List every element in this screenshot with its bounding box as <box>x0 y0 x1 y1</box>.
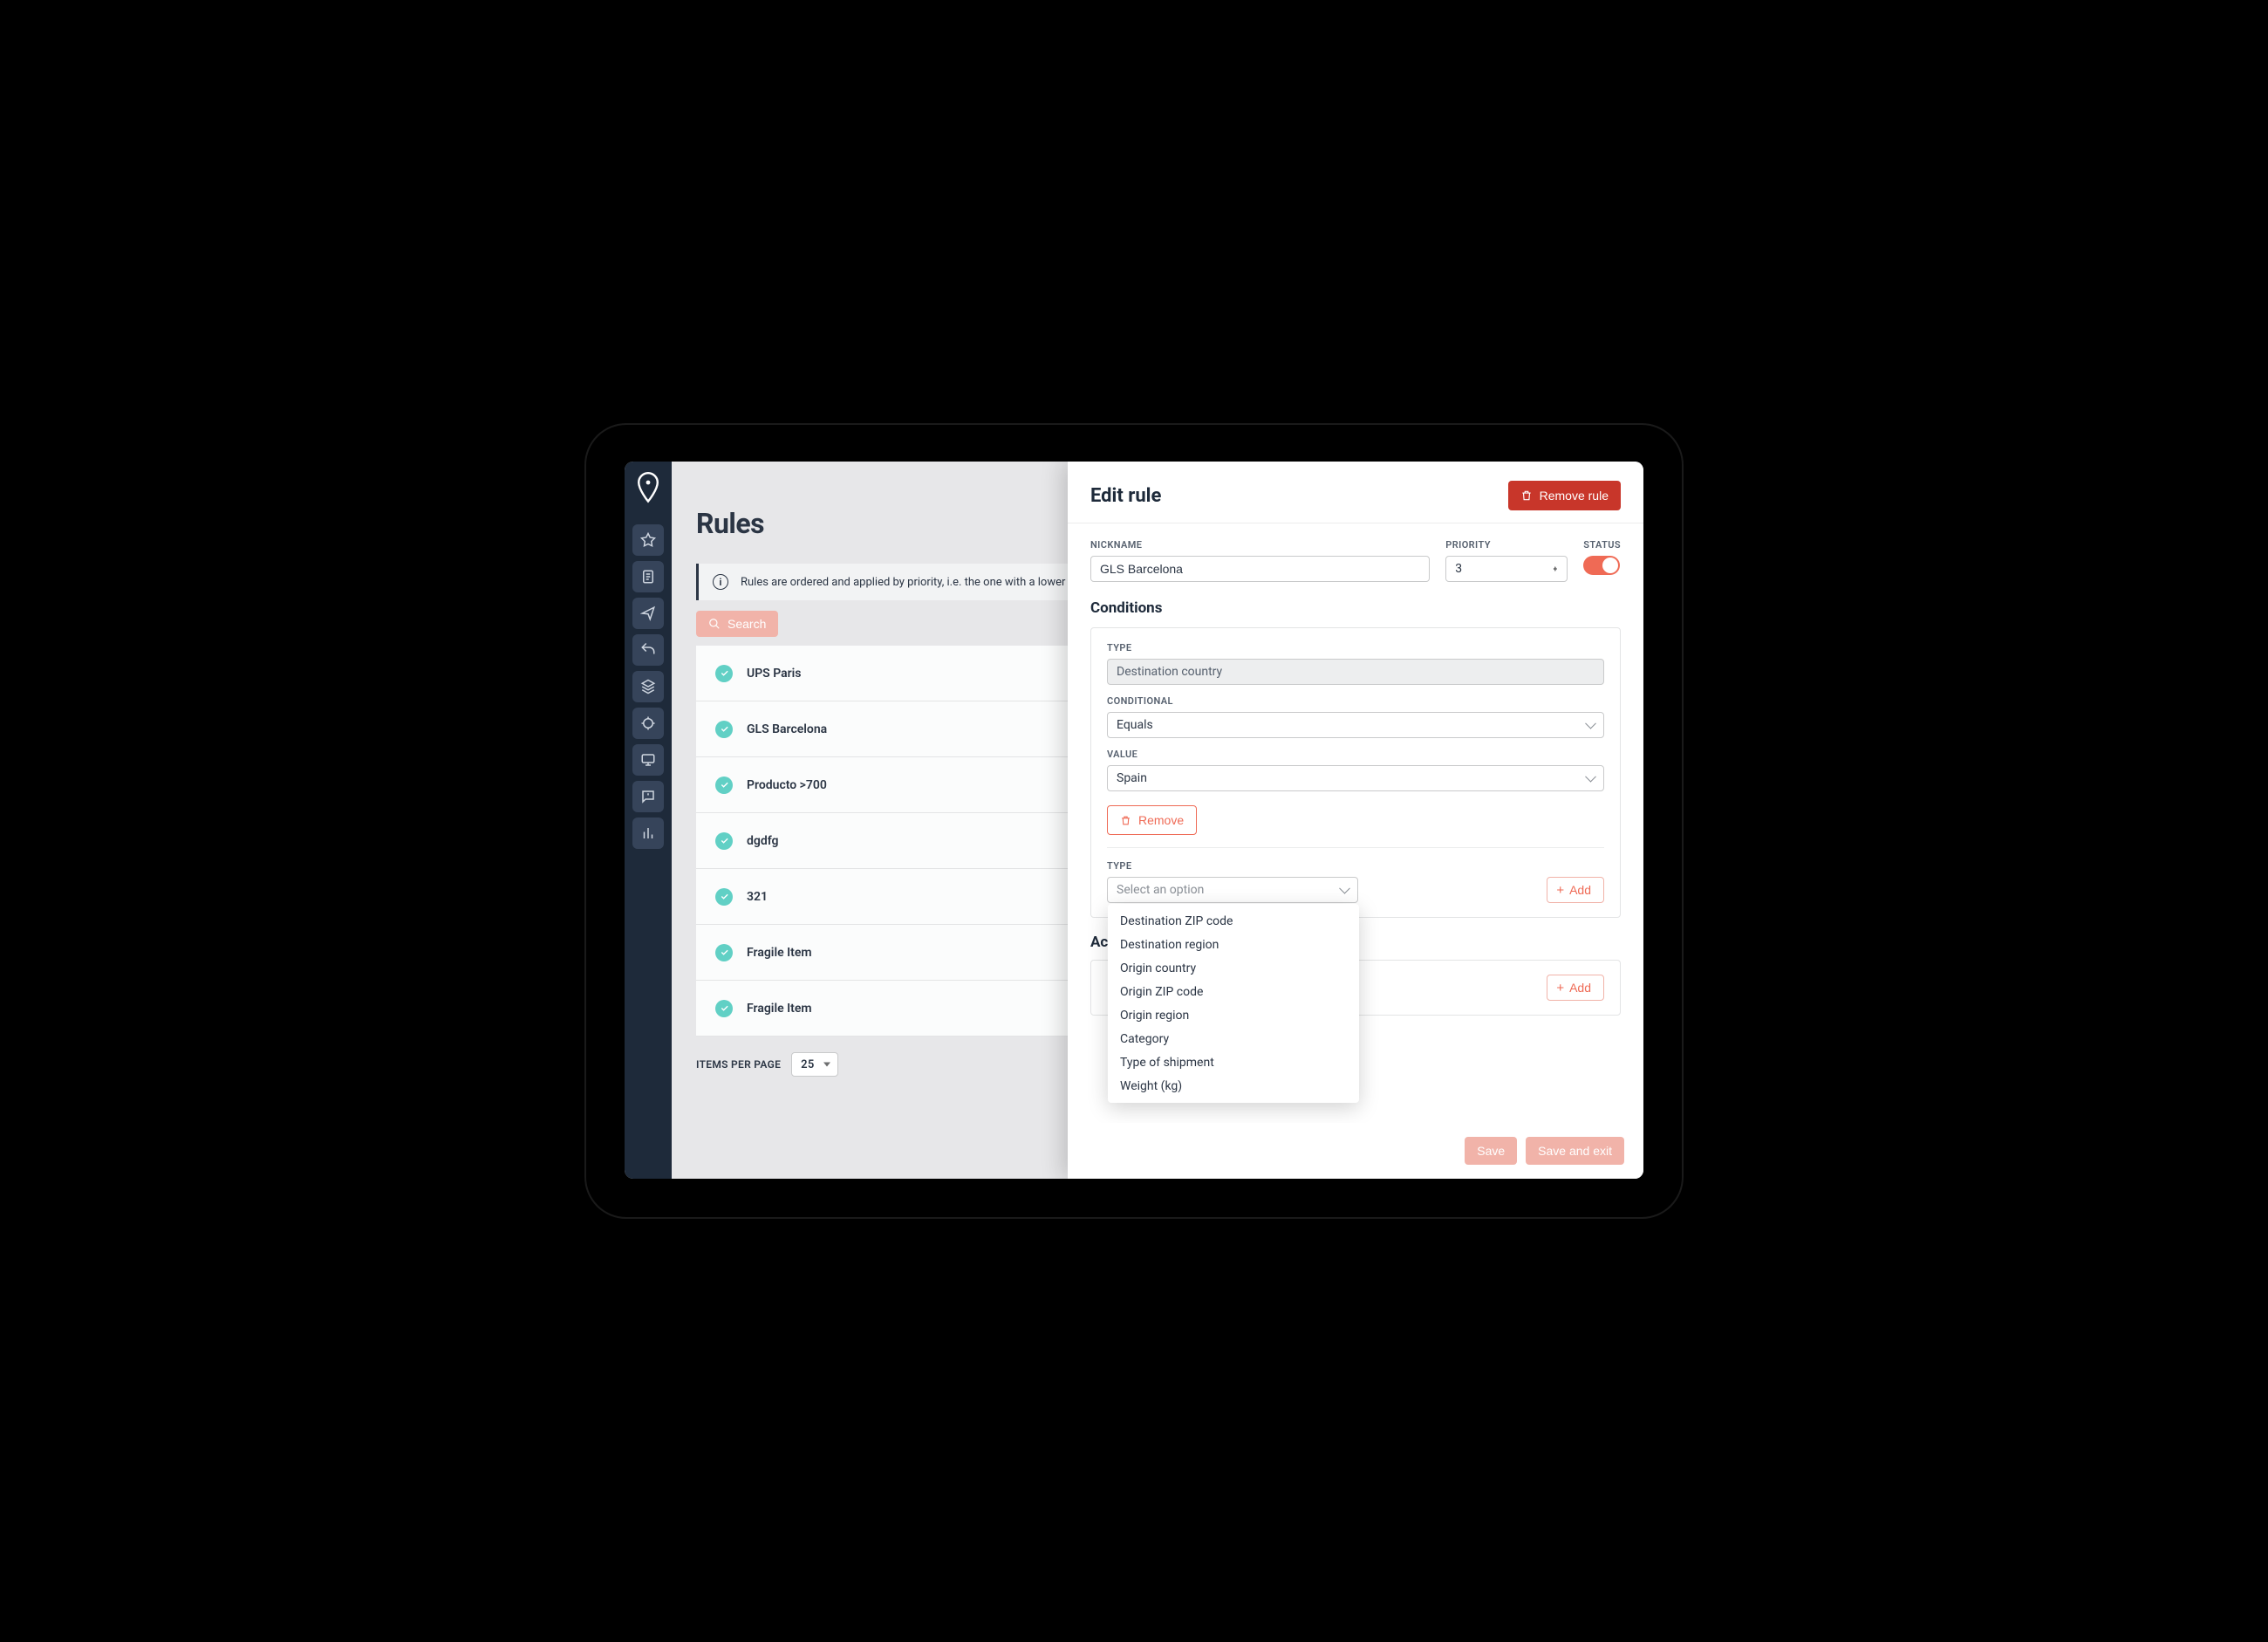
check-icon <box>715 888 733 906</box>
logo-pin-icon <box>635 472 661 519</box>
dropdown-option[interactable]: Weight (kg) <box>1108 1074 1359 1098</box>
status-label: STATUS <box>1583 539 1621 551</box>
nav-message-alert-icon[interactable] <box>632 781 664 812</box>
info-icon: i <box>713 574 728 590</box>
search-icon <box>708 618 721 630</box>
cond1-value-label: VALUE <box>1107 749 1604 760</box>
cond1-type-label: TYPE <box>1107 642 1604 653</box>
dropdown-option[interactable]: Origin country <box>1108 956 1359 980</box>
remove-rule-button[interactable]: Remove rule <box>1508 481 1621 510</box>
dropdown-option[interactable]: Category <box>1108 1027 1359 1050</box>
nav-target-icon[interactable] <box>632 708 664 739</box>
rule-name: UPS Paris <box>747 667 802 681</box>
priority-label: PRIORITY <box>1445 539 1568 551</box>
nickname-label: NICKNAME <box>1090 539 1430 551</box>
nickname-input[interactable] <box>1090 556 1430 582</box>
rule-name: GLS Barcelona <box>747 722 827 736</box>
pager-select[interactable]: 25 <box>791 1052 837 1077</box>
dropdown-option[interactable]: Type of shipment <box>1108 1050 1359 1074</box>
page-title: Rules <box>696 507 764 540</box>
actions-add-button[interactable]: + Add <box>1547 975 1604 1001</box>
check-icon <box>715 944 733 961</box>
conditions-card: TYPE Destination country CONDITIONAL Equ… <box>1090 627 1621 918</box>
check-icon <box>715 1000 733 1017</box>
nav-send-icon[interactable] <box>632 598 664 629</box>
save-button[interactable]: Save <box>1465 1137 1517 1165</box>
remove-rule-label: Remove rule <box>1540 489 1609 503</box>
plus-icon: + <box>1556 884 1564 897</box>
cond2-type-label: TYPE <box>1107 860 1531 872</box>
check-icon <box>715 832 733 850</box>
cond1-value-select[interactable]: Spain <box>1107 765 1604 791</box>
rule-name: Fragile Item <box>747 946 812 960</box>
trash-icon <box>1120 815 1131 826</box>
cond2-type-dropdown: Destination ZIP code Destination region … <box>1108 904 1359 1103</box>
search-button-label: Search <box>728 617 766 631</box>
cond2-type-select[interactable]: Select an option Destination ZIP code De… <box>1107 877 1358 903</box>
cond1-remove-button[interactable]: Remove <box>1107 805 1197 835</box>
nav-star-icon[interactable] <box>632 524 664 556</box>
conditions-section-title: Conditions <box>1090 599 1621 617</box>
search-button[interactable]: Search <box>696 611 778 637</box>
cond1-conditional-select[interactable]: Equals <box>1107 712 1604 738</box>
check-icon <box>715 721 733 738</box>
status-toggle[interactable] <box>1583 556 1620 575</box>
nav-layers-icon[interactable] <box>632 671 664 702</box>
nav-monitor-icon[interactable] <box>632 744 664 776</box>
drawer-title: Edit rule <box>1090 485 1161 507</box>
pager-label: ITEMS PER PAGE <box>696 1058 781 1071</box>
rule-name: Fragile Item <box>747 1002 812 1016</box>
stepper-icon: ▲▼ <box>1552 568 1558 570</box>
dropdown-option[interactable]: Origin region <box>1108 1003 1359 1027</box>
sidebar <box>625 462 672 1179</box>
dropdown-option[interactable]: Origin ZIP code <box>1108 980 1359 1003</box>
cond2-add-button[interactable]: + Add <box>1547 877 1604 903</box>
priority-stepper[interactable]: 3 ▲▼ <box>1445 556 1568 582</box>
rule-name: dgdfg <box>747 834 779 848</box>
cond1-conditional-label: CONDITIONAL <box>1107 695 1604 707</box>
rule-name: Producto >700 <box>747 778 827 792</box>
cond1-type-select: Destination country <box>1107 659 1604 685</box>
check-icon <box>715 777 733 794</box>
check-icon <box>715 665 733 682</box>
rule-name: 321 <box>747 890 768 904</box>
nav-clipboard-icon[interactable] <box>632 561 664 592</box>
plus-icon: + <box>1556 982 1564 995</box>
nav-chart-icon[interactable] <box>632 818 664 849</box>
trash-icon <box>1520 489 1533 502</box>
save-and-exit-button[interactable]: Save and exit <box>1526 1137 1624 1165</box>
dropdown-option[interactable]: Destination region <box>1108 933 1359 956</box>
nav-reply-icon[interactable] <box>632 634 664 666</box>
edit-rule-drawer: Edit rule Remove rule NICKNAME PRIORITY <box>1068 462 1643 1179</box>
info-banner-text: Rules are ordered and applied by priorit… <box>741 576 1088 589</box>
dropdown-option[interactable]: Destination ZIP code <box>1108 909 1359 933</box>
